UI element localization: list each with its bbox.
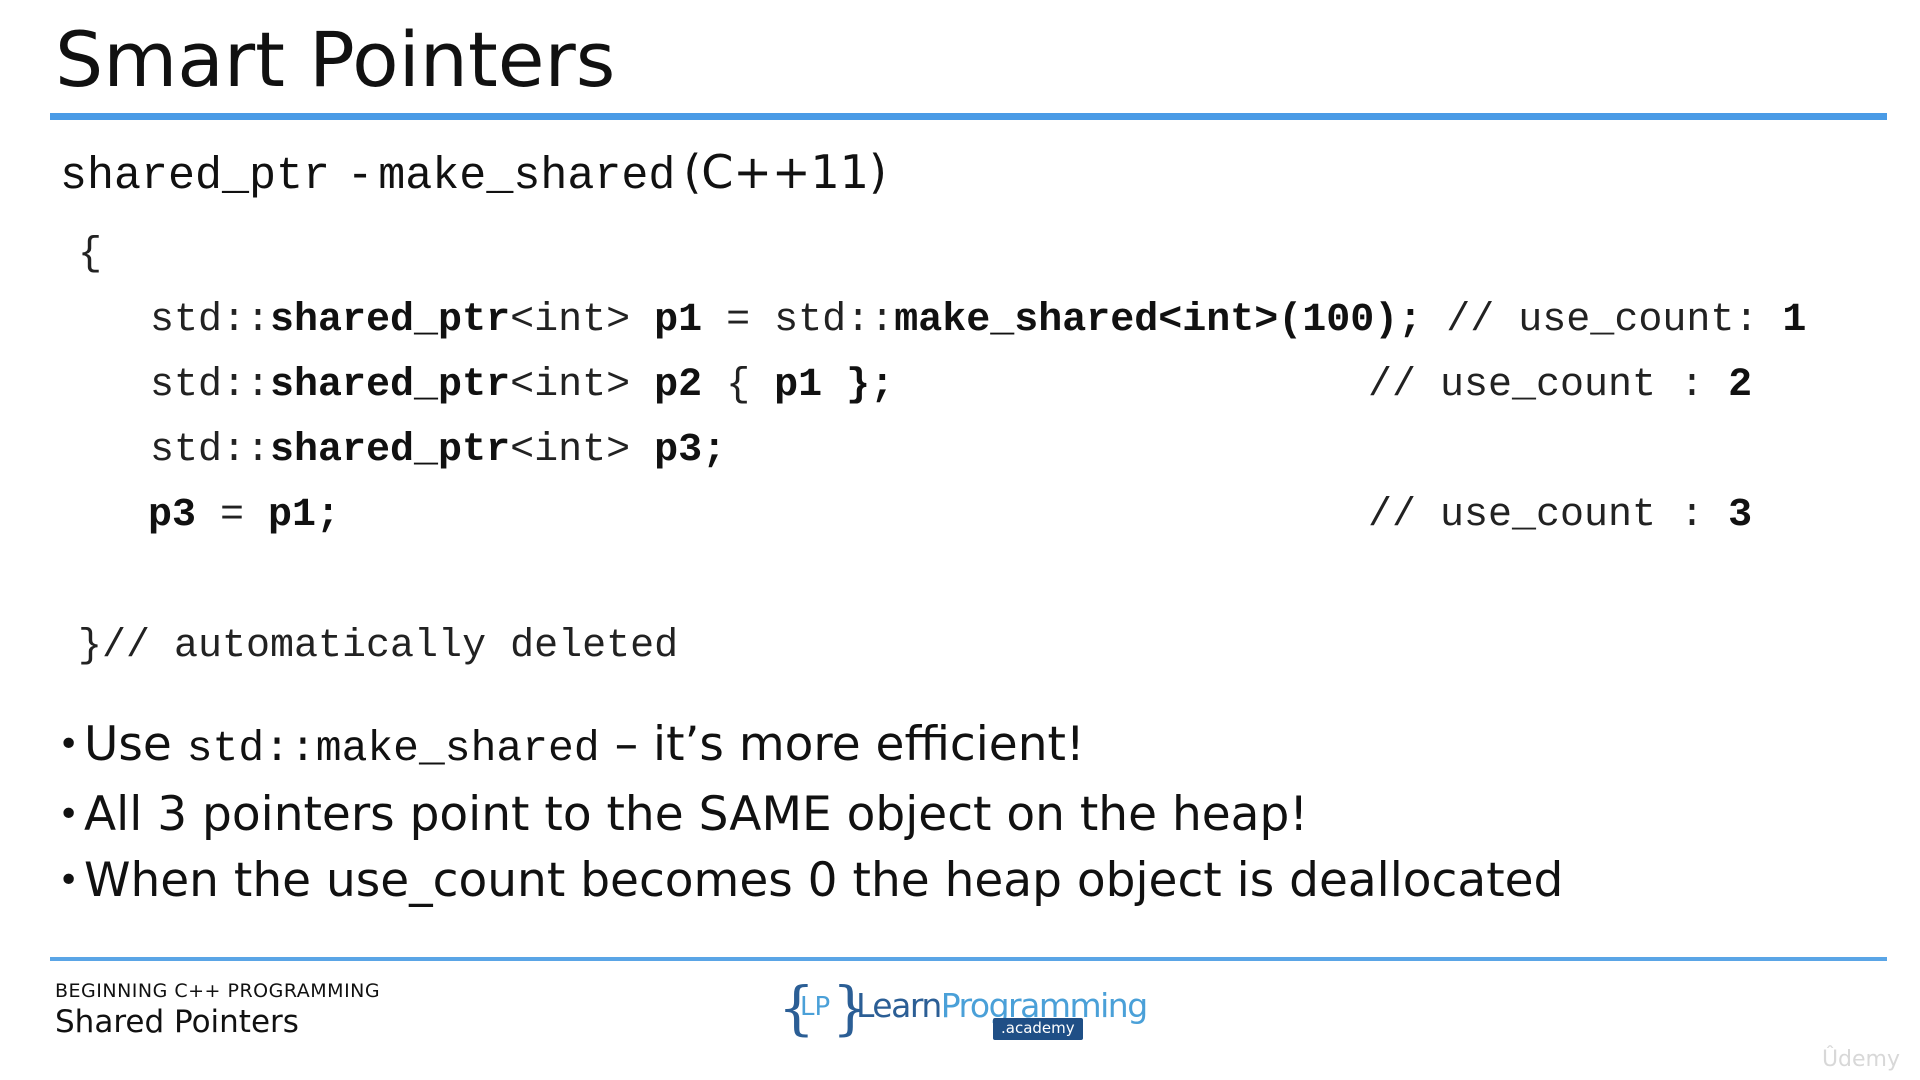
subtitle: shared_ptr - make_shared (C++11) [60, 145, 887, 202]
footer-divider [50, 957, 1887, 961]
bullet-item: • Use std::make_shared – it’s more effici… [58, 712, 1563, 782]
bullet-item: • When the use_count becomes 0 the heap o… [58, 848, 1563, 914]
code-arg: p1 [774, 363, 823, 408]
code-template: <int> [510, 298, 631, 343]
code-brace-open: { [702, 363, 775, 408]
bullet-dot-icon: • [58, 860, 80, 901]
code-use-count-value: 2 [1728, 363, 1753, 408]
code-make-shared-call: make_shared<int>(100); [894, 298, 1423, 343]
subtitle-version: (C++11) [683, 145, 887, 199]
code-std: std:: [774, 298, 895, 343]
logo-lp: LP [800, 992, 831, 1022]
code-close-line: }// automatically deleted [78, 624, 679, 669]
code-var: p1; [268, 493, 341, 538]
logo-academy-badge: .academy [993, 1018, 1083, 1040]
code-template: <int> [510, 363, 631, 408]
code-use-count-value: 3 [1728, 493, 1753, 538]
code-open-brace: { [78, 232, 103, 277]
code-std: std:: [150, 428, 271, 473]
code-line-4-comment: // use_count : 3 [1368, 493, 1752, 538]
code-brace-close: }; [822, 363, 895, 408]
code-type: shared_ptr [270, 363, 511, 408]
udemy-watermark: Ûdemy [1821, 1047, 1900, 1072]
code-line-2-comment: // use_count : 2 [1368, 363, 1752, 408]
bullet-item: • All 3 pointers point to the SAME object… [58, 782, 1563, 848]
code-type: shared_ptr [270, 428, 511, 473]
code-line-1: std::shared_ptr<int> p1 = std::make_shar… [150, 298, 1806, 343]
code-var: p3; [654, 428, 727, 473]
code-std: std:: [150, 363, 271, 408]
code-comment: // use_count: [1422, 298, 1783, 343]
code-eq: = [702, 298, 775, 343]
subtitle-code-make-shared: make_shared [378, 151, 676, 202]
code-line-2: std::shared_ptr<int> p2 { p1 }; [150, 363, 894, 408]
bullet-dot-icon: • [58, 724, 80, 765]
code-var: p3 [148, 493, 197, 538]
footer-topic: Shared Pointers [55, 1004, 299, 1040]
slide-title: Smart Pointers [55, 15, 616, 104]
bullet-list: • Use std::make_shared – it’s more effici… [58, 712, 1563, 914]
subtitle-code-shared-ptr: shared_ptr [60, 151, 331, 202]
inline-code: std::make_shared [186, 724, 600, 773]
code-line-4: p3 = p1; [148, 493, 340, 538]
code-eq: = [196, 493, 269, 538]
code-var: p1 [654, 298, 703, 343]
title-divider [50, 113, 1887, 120]
bullet-dot-icon: • [58, 794, 80, 835]
code-comment: // use_count : [1368, 493, 1729, 538]
code-line-3: std::shared_ptr<int> p3; [150, 428, 726, 473]
code-comment: // use_count : [1368, 363, 1729, 408]
code-template: <int> [510, 428, 631, 473]
subtitle-dash: - [352, 146, 369, 199]
code-std: std:: [150, 298, 271, 343]
footer-course-name: BEGINNING C++ PROGRAMMING [55, 980, 381, 1002]
code-var: p2 [654, 363, 703, 408]
learnprogramming-logo: { LP } LearnProgramming .academy [778, 974, 1148, 1046]
code-type: shared_ptr [270, 298, 511, 343]
code-use-count-value: 1 [1782, 298, 1807, 343]
